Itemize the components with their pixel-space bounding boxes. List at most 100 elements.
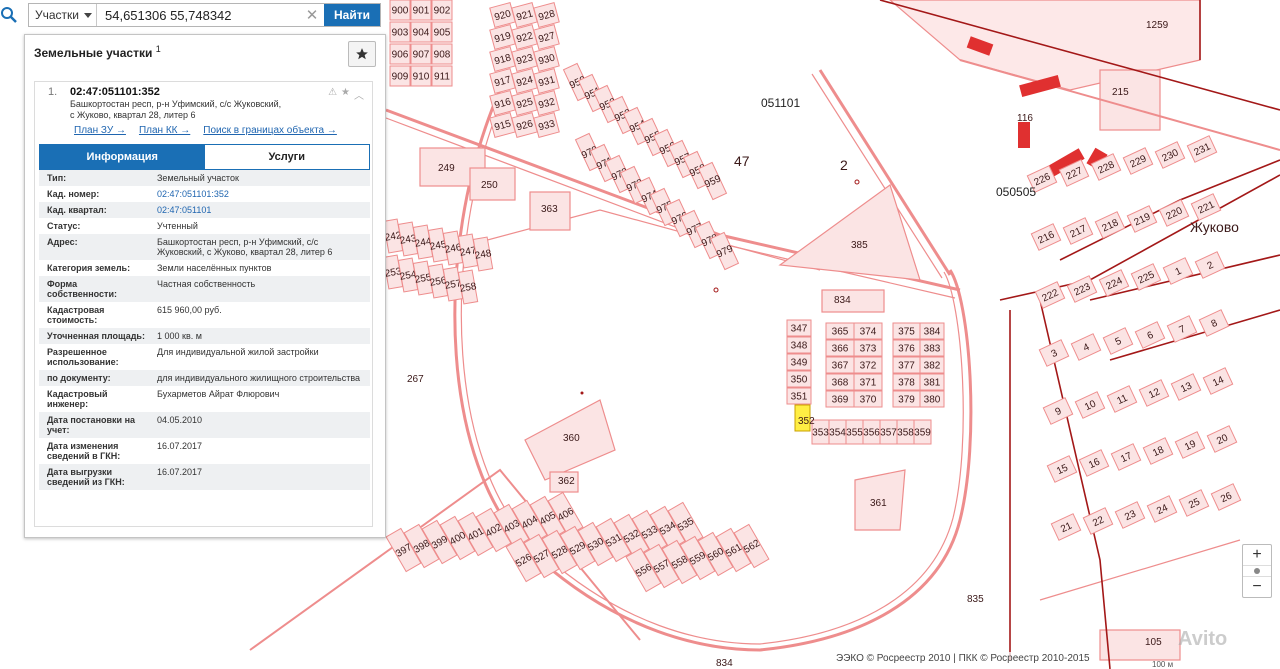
parcel-cell[interactable]: 12 <box>1138 379 1170 407</box>
parcel-cell[interactable]: 365 <box>825 322 855 340</box>
parcel-cell[interactable]: 382 <box>919 356 945 374</box>
parcel-cell[interactable]: 21 <box>1050 513 1082 541</box>
parcel-cell[interactable]: 911 <box>431 65 453 87</box>
parcel-cell[interactable]: 25 <box>1178 489 1210 517</box>
parcel-cell[interactable]: 10 <box>1074 391 1106 419</box>
plan-kk-link[interactable]: План КК → <box>139 125 190 136</box>
parcel-cell[interactable]: 19 <box>1174 431 1206 459</box>
parcel-cell[interactable]: 923 <box>511 46 538 72</box>
parcel-cell[interactable]: 23 <box>1114 501 1146 529</box>
parcel-cell[interactable]: 347 <box>786 319 812 337</box>
parcel-cell[interactable]: 373 <box>853 339 883 357</box>
parcel-cell[interactable]: 918 <box>489 46 516 72</box>
info-value-link[interactable]: 02:47:051101 <box>153 202 370 218</box>
parcel-cell[interactable]: 357 <box>879 419 898 445</box>
parcel-cell[interactable]: 218 <box>1094 211 1126 239</box>
parcel-cell[interactable]: 368 <box>825 373 855 391</box>
tab-information[interactable]: Информация <box>40 145 205 169</box>
parcel-cell[interactable]: 922 <box>511 24 538 50</box>
collapse-chevron-icon[interactable]: ︿ <box>354 87 364 102</box>
parcel-cell[interactable]: 926 <box>511 112 538 138</box>
parcel-cell[interactable]: 927 <box>533 24 560 50</box>
parcel-cell[interactable]: 356 <box>862 419 881 445</box>
parcel-cell[interactable]: 18 <box>1142 437 1174 465</box>
parcel-cell[interactable]: 919 <box>489 24 516 50</box>
parcel-cell[interactable]: 933 <box>533 112 560 138</box>
plan-zu-link[interactable]: План ЗУ → <box>74 125 126 136</box>
parcel-cell[interactable]: 20 <box>1206 425 1238 453</box>
parcel-cell[interactable]: 1 <box>1162 257 1194 285</box>
parcel-cell[interactable]: 6 <box>1134 321 1166 349</box>
parcel-cell[interactable]: 351 <box>786 387 812 405</box>
parcel-cell[interactable]: 3 <box>1038 339 1070 367</box>
parcel-cell[interactable]: 229 <box>1122 147 1154 175</box>
parcel-cell[interactable]: 4 <box>1070 333 1102 361</box>
parcel-cell[interactable]: 231 <box>1186 135 1218 163</box>
parcel-cell[interactable]: 931 <box>533 68 560 94</box>
star-outline-icon[interactable]: ★ <box>341 87 350 102</box>
parcel-cell[interactable]: 350 <box>786 370 812 388</box>
parcel-cell[interactable]: 369 <box>825 390 855 408</box>
parcel-cell[interactable]: 378 <box>892 373 921 391</box>
parcel-cell[interactable]: 355 <box>845 419 864 445</box>
parcel-cell[interactable]: 902 <box>431 0 453 21</box>
parcel-cell[interactable]: 5 <box>1102 327 1134 355</box>
parcel-cell[interactable]: 13 <box>1170 373 1202 401</box>
parcel-cell[interactable]: 348 <box>786 336 812 354</box>
parcel-cell[interactable]: 17 <box>1110 443 1142 471</box>
parcel-cell[interactable]: 920 <box>489 2 516 28</box>
info-value-link[interactable]: 02:47:051101:352 <box>153 186 370 202</box>
zoom-level-indicator[interactable] <box>1243 566 1271 577</box>
parcel-cell[interactable]: 220 <box>1158 199 1190 227</box>
parcel-cell[interactable]: 377 <box>892 356 921 374</box>
parcel-cell[interactable]: 22 <box>1082 507 1114 535</box>
parcel-cell[interactable]: 359 <box>913 419 932 445</box>
parcel-cell[interactable]: 16 <box>1078 449 1110 477</box>
parcel-cell[interactable]: 367 <box>825 356 855 374</box>
search-type-select[interactable]: Участки <box>29 4 97 26</box>
warning-icon[interactable]: ⚠ <box>328 87 337 102</box>
parcel-cell[interactable]: 905 <box>431 21 453 43</box>
zoom-out-button[interactable]: − <box>1243 577 1271 597</box>
parcel-cell[interactable]: 225 <box>1130 263 1162 291</box>
parcel-cell[interactable]: 366 <box>825 339 855 357</box>
parcel-cell[interactable]: 219 <box>1126 205 1158 233</box>
parcel-cell[interactable]: 928 <box>533 2 560 28</box>
parcel-cell[interactable]: 26 <box>1210 483 1242 511</box>
parcel-cell[interactable]: 354 <box>828 419 847 445</box>
parcel-cell[interactable]: 907 <box>410 43 432 65</box>
search-icon[interactable] <box>0 3 22 27</box>
parcel-cell[interactable]: 908 <box>431 43 453 65</box>
parcel-cell[interactable]: 375 <box>892 322 921 340</box>
parcel-cell[interactable]: 217 <box>1062 217 1094 245</box>
parcel-cell[interactable]: 900 <box>389 0 411 21</box>
parcel-cell[interactable]: 379 <box>892 390 921 408</box>
parcel-cell[interactable]: 230 <box>1154 141 1186 169</box>
search-in-bounds-link[interactable]: Поиск в границах объекта → <box>203 125 337 136</box>
clear-search-icon[interactable]: ✕ <box>300 4 324 26</box>
parcel-cell[interactable]: 24 <box>1146 495 1178 523</box>
parcel-cell[interactable]: 917 <box>489 68 516 94</box>
parcel-cell[interactable]: 14 <box>1202 367 1234 395</box>
parcel-cell[interactable]: 349 <box>786 353 812 371</box>
parcel-cell[interactable]: 904 <box>410 21 432 43</box>
parcel-cell[interactable]: 930 <box>533 46 560 72</box>
parcel-cell[interactable]: 376 <box>892 339 921 357</box>
parcel-cell[interactable]: 916 <box>489 90 516 116</box>
parcel-cell[interactable]: 909 <box>389 65 411 87</box>
parcel-cell[interactable]: 370 <box>853 390 883 408</box>
parcel-cell[interactable]: 221 <box>1190 193 1222 221</box>
parcel-cell[interactable]: 223 <box>1066 275 1098 303</box>
parcel-cell[interactable]: 374 <box>853 322 883 340</box>
parcel-cell[interactable]: 7 <box>1166 315 1198 343</box>
parcel-cell[interactable]: 358 <box>896 419 915 445</box>
parcel-cell[interactable]: 932 <box>533 90 560 116</box>
parcel-cell[interactable]: 11 <box>1106 385 1138 413</box>
parcel-cell[interactable]: 222 <box>1034 281 1066 309</box>
parcel-cell[interactable]: 380 <box>919 390 945 408</box>
parcel-cell[interactable]: 381 <box>919 373 945 391</box>
tab-services[interactable]: Услуги <box>204 145 369 169</box>
parcel-cell[interactable]: 910 <box>410 65 432 87</box>
parcel-cell[interactable]: 921 <box>511 2 538 28</box>
parcel-cell[interactable]: 903 <box>389 21 411 43</box>
